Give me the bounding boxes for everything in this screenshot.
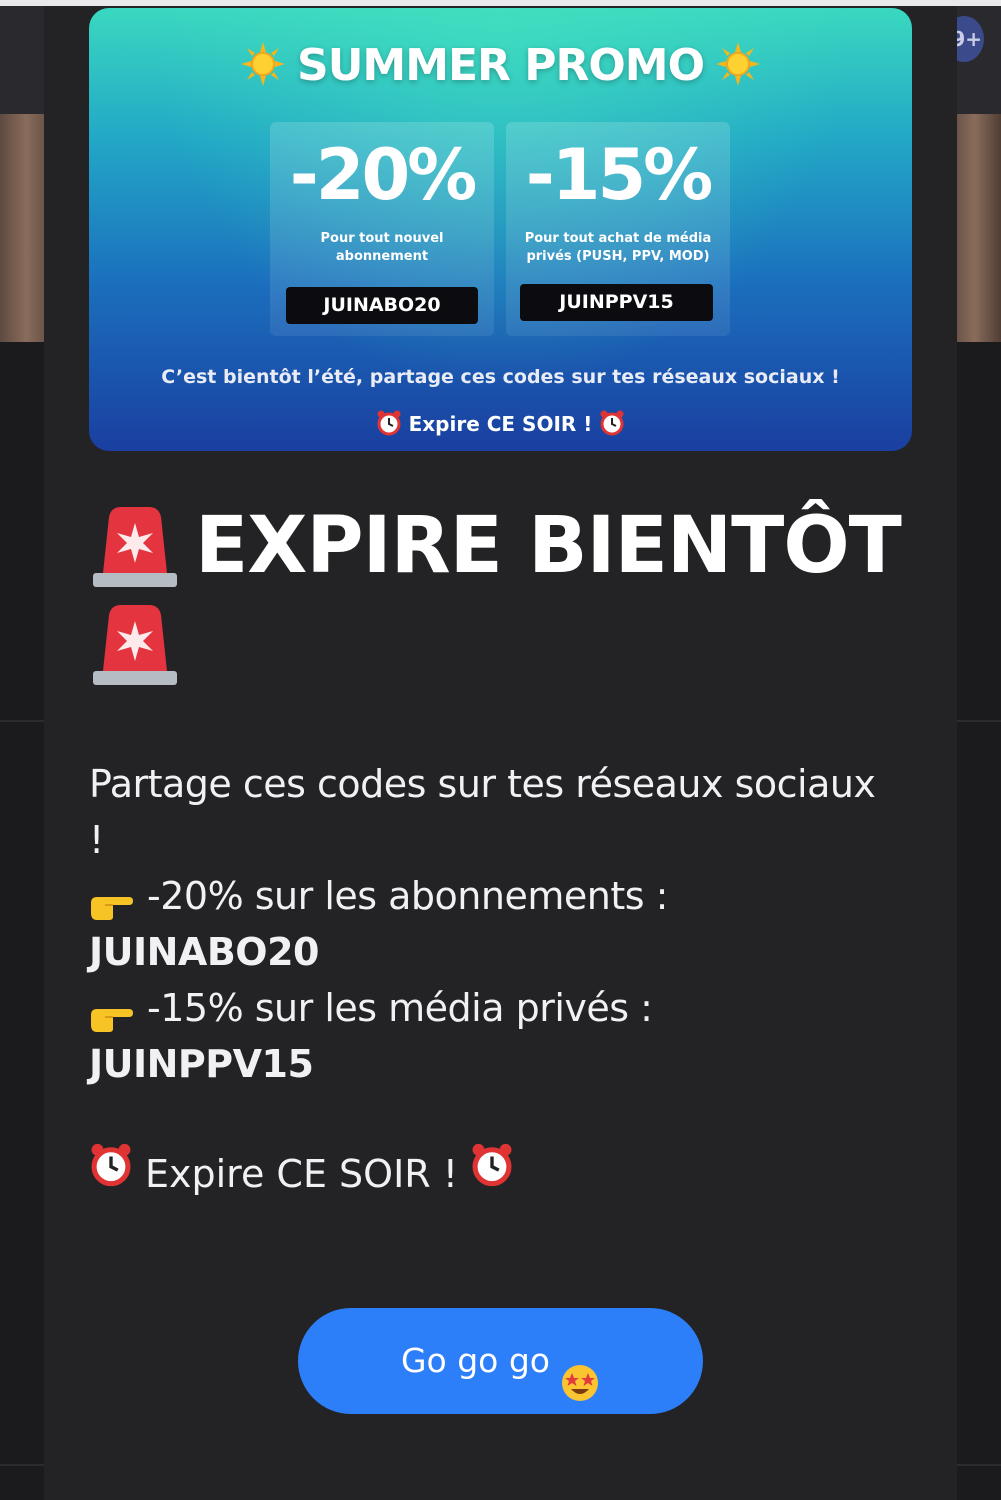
promo-description: Pour tout achat de média privés (PUSH, P… <box>524 231 712 264</box>
sun-icon <box>714 40 762 88</box>
message-line-private-media: -15% sur les média privés : <box>89 980 889 1036</box>
message-line-subscription: -20% sur les abonnements : <box>89 868 889 924</box>
alarm-clock-icon <box>376 410 402 441</box>
pointing-hand-icon <box>89 880 133 920</box>
promo-percent: -15% <box>525 134 714 216</box>
banner-expire-text: Expire CE SOIR ! <box>408 412 593 436</box>
background-photo-right <box>957 114 1001 342</box>
screen: 9+ SUMMER PROMO -20% Pour tout nouvel ab… <box>0 0 1001 1500</box>
message-code[interactable]: JUINABO20 <box>89 924 889 980</box>
promo-code[interactable]: JUINPPV15 <box>520 284 713 321</box>
alarm-clock-icon <box>89 1143 133 1202</box>
headline: EXPIRE BIENTÔT <box>89 498 919 695</box>
message-expire: Expire CE SOIR ! <box>89 1143 889 1206</box>
sun-icon <box>239 40 287 88</box>
promo-description: Pour tout nouvel abonnement <box>320 231 444 264</box>
star-struck-icon <box>560 1339 600 1401</box>
police-light-icon <box>89 499 181 591</box>
message-code[interactable]: JUINPPV15 <box>89 1036 889 1092</box>
banner-share-text: C’est bientôt l’été, partage ces codes s… <box>161 366 840 388</box>
headline-text: EXPIRE BIENTÔT <box>195 501 902 591</box>
message-expire-text: Expire CE SOIR ! <box>145 1152 458 1196</box>
promo-card-private-media: -15% Pour tout achat de média privés (PU… <box>506 122 730 336</box>
message-intro: Partage ces codes sur tes réseaux sociau… <box>89 762 876 862</box>
promo-banner: SUMMER PROMO -20% Pour tout nouvel abonn… <box>89 8 912 451</box>
pointing-hand-icon <box>89 992 133 1032</box>
promo-code[interactable]: JUINABO20 <box>286 287 478 324</box>
banner-title: SUMMER PROMO <box>89 40 912 92</box>
message-line-text: -20% sur les abonnements : <box>147 874 668 918</box>
background-photo-left <box>0 114 44 342</box>
promo-modal: SUMMER PROMO -20% Pour tout nouvel abonn… <box>44 6 957 1500</box>
go-button[interactable]: Go go go <box>298 1308 703 1414</box>
message-line-text: -15% sur les média privés : <box>147 986 653 1030</box>
promo-percent: -20% <box>289 134 478 216</box>
message-body: Partage ces codes sur tes réseaux sociau… <box>89 756 889 1092</box>
banner-expire: Expire CE SOIR ! <box>89 410 912 441</box>
banner-title-text: SUMMER PROMO <box>297 40 705 91</box>
go-button-label: Go go go <box>400 1341 550 1380</box>
police-light-icon <box>89 597 181 689</box>
promo-card-subscription: -20% Pour tout nouvel abonnement JUINABO… <box>270 122 494 336</box>
alarm-clock-icon <box>599 410 625 441</box>
alarm-clock-icon <box>470 1143 514 1202</box>
